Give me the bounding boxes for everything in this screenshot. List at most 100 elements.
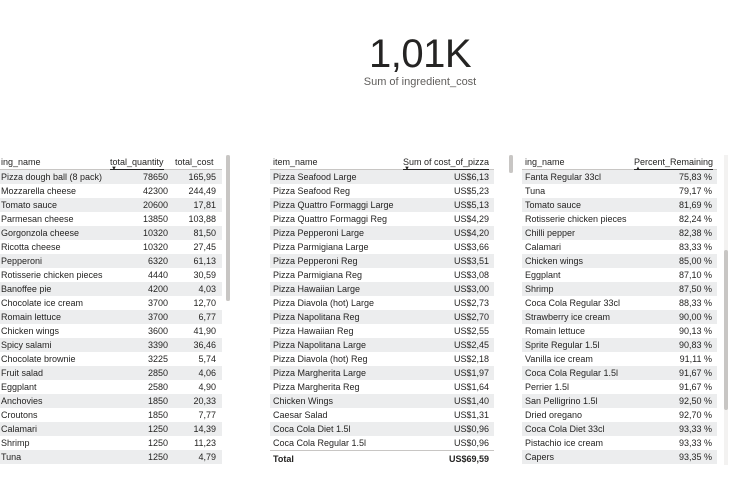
table-row[interactable]: Spicy salami 3390 36,46 — [0, 338, 222, 352]
table-row[interactable]: Pizza Seafood Large US$6,13 — [270, 170, 494, 184]
table-row[interactable]: Coca Cola Regular 1.5l 91,67 % — [522, 366, 717, 380]
table-row[interactable]: Pizza Quattro Formaggi Large US$5,13 — [270, 198, 494, 212]
table-row[interactable]: Pizza Napolitana Large US$2,45 — [270, 338, 494, 352]
table-row[interactable]: Chocolate brownie 3225 5,74 — [0, 352, 222, 366]
col-header-sum-cost[interactable]: Sum of cost_of_pizza — [403, 155, 490, 170]
col-header-total-cost[interactable]: total_cost — [175, 155, 214, 169]
scrollbar-thumb[interactable] — [724, 250, 728, 410]
table-row[interactable]: Pizza Margherita Large US$1,97 — [270, 366, 494, 380]
table-row[interactable]: Eggplant 2580 4,90 — [0, 380, 222, 394]
table-row[interactable]: Chilli pepper 82,38 % — [522, 226, 717, 240]
table-row[interactable]: Coca Cola Diet 33cl 93,33 % — [522, 422, 717, 436]
scrollbar-thumb[interactable] — [509, 155, 513, 173]
table-row[interactable]: Shrimp 1250 11,23 — [0, 436, 222, 450]
table-row[interactable]: Tomato sauce 20600 17,81 — [0, 198, 222, 212]
cell-sum-cost: US$5,13 — [453, 200, 489, 210]
cell-item-name: Pizza Parmigiana Reg — [273, 270, 363, 280]
table-row[interactable]: Pizza Parmigiana Reg US$3,08 — [270, 268, 494, 282]
col-header-percent-remaining[interactable]: Percent_Remaining — [634, 155, 714, 170]
table-row[interactable]: Croutons 1850 7,77 — [0, 408, 222, 422]
table-row[interactable]: San Pelligrino 1.5l 92,50 % — [522, 394, 717, 408]
table-row[interactable]: Ricotta cheese 10320 27,45 — [0, 240, 222, 254]
cell-total-cost: 244,49 — [188, 186, 216, 196]
table-row[interactable]: Vanilla ice cream 91,11 % — [522, 352, 717, 366]
table-row[interactable]: Parmesan cheese 13850 103,88 — [0, 212, 222, 226]
scrollbar-thumb[interactable] — [226, 155, 230, 301]
table-row[interactable]: Pizza Napolitana Reg US$2,70 — [270, 310, 494, 324]
cell-item-name: Chicken Wings — [273, 396, 334, 406]
table-row[interactable]: Gorgonzola cheese 10320 81,50 — [0, 226, 222, 240]
cell-percent-remaining: 93,35 % — [678, 452, 712, 462]
table-row[interactable]: Fanta Regular 33cl 75,83 % — [522, 170, 717, 184]
table-row[interactable]: Pizza Parmigiana Large US$3,66 — [270, 240, 494, 254]
cell-percent-remaining: 90,00 % — [678, 312, 712, 322]
table-row[interactable]: Coca Cola Regular 33cl 88,33 % — [522, 296, 717, 310]
table-row[interactable]: Dried oregano 92,70 % — [522, 408, 717, 422]
cell-item-name: Pizza Diavola (hot) Reg — [273, 354, 368, 364]
table-row[interactable]: Rotisserie chicken pieces 4440 30,59 — [0, 268, 222, 282]
table-row[interactable]: Fruit salad 2850 4,06 — [0, 366, 222, 380]
col-header-item-name[interactable]: item_name — [273, 155, 318, 169]
table-row[interactable]: Pizza Quattro Formaggi Reg US$4,29 — [270, 212, 494, 226]
cell-item-name: Pizza Pepperoni Reg — [273, 256, 358, 266]
table-row[interactable]: Mozzarella cheese 42300 244,49 — [0, 184, 222, 198]
cell-item-name: Caesar Salad — [273, 410, 328, 420]
table-row[interactable]: Pizza Hawaiian Large US$3,00 — [270, 282, 494, 296]
col-header-total-quantity[interactable]: total_quantity — [110, 155, 164, 170]
cell-item-name: Pizza Diavola (hot) Large — [273, 298, 375, 308]
table-row[interactable]: Calamari 83,33 % — [522, 240, 717, 254]
pizza-cost-table[interactable]: item_name Sum of cost_of_pizza ▼ Pizza S… — [270, 155, 494, 467]
cell-percent-remaining: 92,50 % — [678, 396, 712, 406]
table-row[interactable]: Pistachio ice cream 93,33 % — [522, 436, 717, 450]
table-row[interactable]: Eggplant 87,10 % — [522, 268, 717, 282]
table-row[interactable]: Anchovies 1850 20,33 — [0, 394, 222, 408]
cell-total-cost: 5,74 — [198, 354, 216, 364]
table-row[interactable]: Chicken wings 85,00 % — [522, 254, 717, 268]
table-row[interactable]: Tomato sauce 81,69 % — [522, 198, 717, 212]
cell-ing-name: Tuna — [525, 186, 546, 196]
table-row[interactable]: Chicken Wings US$1,40 — [270, 394, 494, 408]
table-row[interactable]: Rotisserie chicken pieces 82,24 % — [522, 212, 717, 226]
table-row[interactable]: Coca Cola Diet 1.5l US$0,96 — [270, 422, 494, 436]
table-row[interactable]: Perrier 1.5l 91,67 % — [522, 380, 717, 394]
table-row[interactable]: Shrimp 87,50 % — [522, 282, 717, 296]
table-row[interactable]: Pizza Diavola (hot) Reg US$2,18 — [270, 352, 494, 366]
table-body: Pizza Seafood Large US$6,13 Pizza Seafood … — [270, 170, 494, 450]
cell-total-quantity: 3600 — [147, 326, 168, 336]
cell-sum-cost: US$6,13 — [453, 172, 489, 182]
table-row[interactable]: Pizza Pepperoni Reg US$3,51 — [270, 254, 494, 268]
table-row[interactable]: Strawberry ice cream 90,00 % — [522, 310, 717, 324]
cell-percent-remaining: 81,69 % — [678, 200, 712, 210]
ingredient-quantity-table[interactable]: ing_name total_quantity total_cost ▼ Piz… — [0, 155, 222, 464]
table-row[interactable]: Romain lettuce 3700 6,77 — [0, 310, 222, 324]
col-header-ing-name[interactable]: ing_name — [525, 155, 565, 169]
table-row[interactable]: Pizza dough ball (8 pack) 78650 165,95 — [0, 170, 222, 184]
table-row[interactable]: Capers 93,35 % — [522, 450, 717, 464]
cell-sum-cost: US$3,08 — [453, 270, 489, 280]
table-row[interactable]: Chocolate ice cream 3700 12,70 — [0, 296, 222, 310]
table-row[interactable]: Banoffee pie 4200 4,03 — [0, 282, 222, 296]
cell-ing-name: Shrimp — [525, 284, 554, 294]
table-row[interactable]: Chicken wings 3600 41,90 — [0, 324, 222, 338]
table-row[interactable]: Tuna 79,17 % — [522, 184, 717, 198]
cell-item-name: Pizza Margherita Reg — [273, 382, 360, 392]
cell-ing-name: Chicken wings — [1, 326, 60, 336]
table-row[interactable]: Pizza Margherita Reg US$1,64 — [270, 380, 494, 394]
percent-remaining-table[interactable]: ing_name Percent_Remaining ▲ Fanta Regul… — [522, 155, 717, 468]
table-row[interactable]: Calamari 1250 14,39 — [0, 422, 222, 436]
cell-percent-remaining: 93,33 % — [678, 424, 712, 434]
table-row[interactable]: Tuna 1250 4,79 — [0, 450, 222, 464]
table-row[interactable]: Pizza Hawaiian Reg US$2,55 — [270, 324, 494, 338]
cell-item-name: Coca Cola Diet 1.5l — [273, 424, 351, 434]
table-row[interactable]: Caesar Salad US$1,31 — [270, 408, 494, 422]
cell-ing-name: Capers — [525, 452, 555, 462]
cell-total-cost: 81,50 — [193, 228, 216, 238]
table-row[interactable]: Pizza Diavola (hot) Large US$2,73 — [270, 296, 494, 310]
table-row[interactable]: Coca Cola Regular 1.5l US$0,96 — [270, 436, 494, 450]
table-row[interactable]: Pizza Pepperoni Large US$4,20 — [270, 226, 494, 240]
table-row[interactable]: Pizza Seafood Reg US$5,23 — [270, 184, 494, 198]
table-row[interactable]: Pepperoni 6320 61,13 — [0, 254, 222, 268]
col-header-ing-name[interactable]: ing_name — [1, 155, 41, 169]
table-row[interactable]: Sprite Regular 1.5l 90,83 % — [522, 338, 717, 352]
table-row[interactable]: Romain lettuce 90,13 % — [522, 324, 717, 338]
